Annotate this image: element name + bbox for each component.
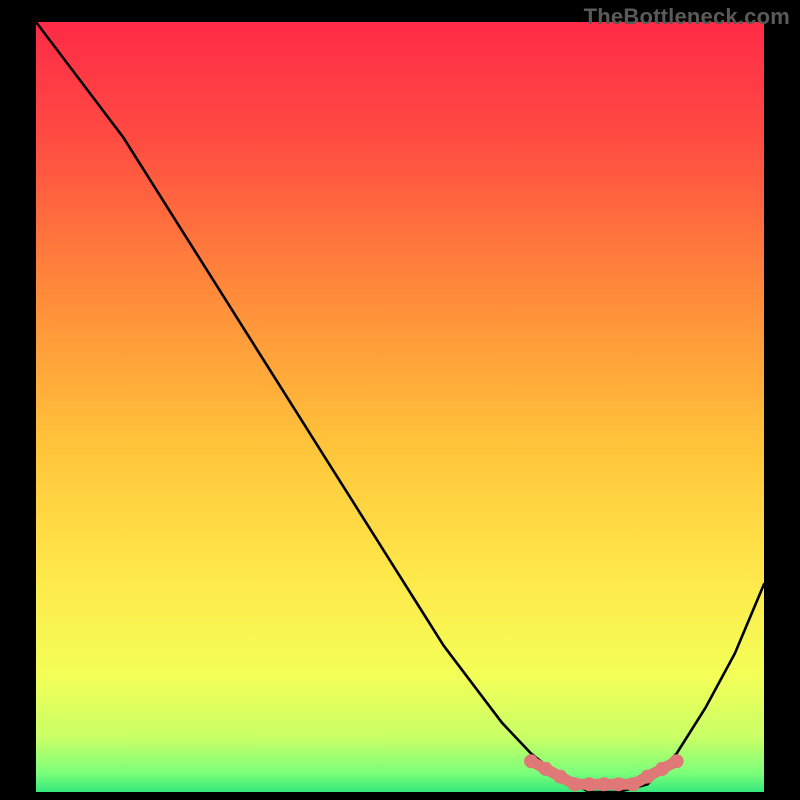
highlight-dot: [582, 777, 596, 791]
highlight-dot: [626, 777, 640, 791]
highlight-dot: [655, 762, 669, 776]
plot-background: [36, 22, 764, 792]
highlight-dot: [539, 762, 553, 776]
highlight-dot: [597, 777, 611, 791]
highlight-dot: [553, 770, 567, 784]
highlight-dot: [524, 754, 538, 768]
watermark-text: TheBottleneck.com: [584, 4, 790, 30]
chart-stage: TheBottleneck.com: [0, 0, 800, 800]
highlight-dot: [641, 770, 655, 784]
highlight-dot: [568, 777, 582, 791]
highlight-dot: [611, 777, 625, 791]
chart-svg: [0, 0, 800, 800]
highlight-dot: [670, 754, 684, 768]
